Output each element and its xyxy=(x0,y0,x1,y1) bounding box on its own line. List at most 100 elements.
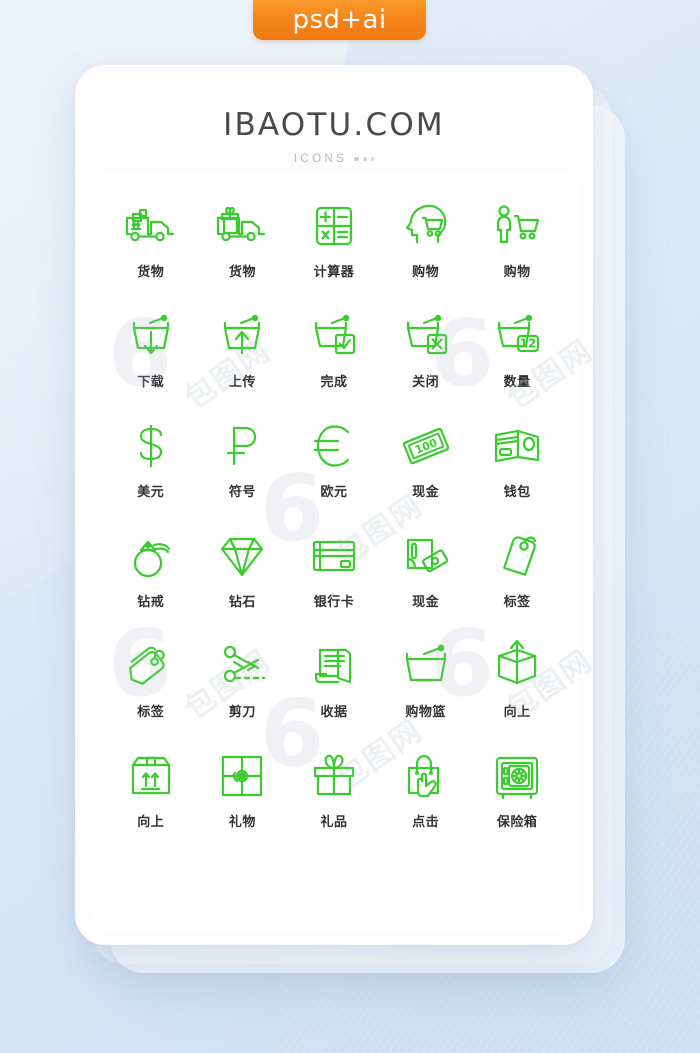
dots-icon xyxy=(354,156,375,162)
icon-cell-ruble-sign[interactable]: 符号 xyxy=(197,415,289,525)
icon-label: 美元 xyxy=(137,485,165,500)
icon-cell-diamond[interactable]: 钻石 xyxy=(197,525,289,635)
icon-label: 货物 xyxy=(137,265,165,280)
head-shopping-cart-icon xyxy=(395,195,457,257)
gift-box-icon xyxy=(303,745,365,807)
icon-cell-safe-box[interactable]: 保险箱 xyxy=(471,745,563,855)
icon-cell-package-this-side-up[interactable]: 向上 xyxy=(105,745,197,855)
icon-cell-shopping-bag-click[interactable]: 点击 xyxy=(380,745,472,855)
icon-label: 点击 xyxy=(412,815,440,830)
icon-label: 剪刀 xyxy=(228,705,256,720)
icon-cell-person-shopping-cart[interactable]: 购物 xyxy=(471,195,563,305)
icon-label: 收据 xyxy=(320,705,348,720)
icon-cell-hand-cash[interactable]: 现金 xyxy=(380,525,472,635)
icon-label: 购物 xyxy=(503,265,531,280)
box-arrow-up-icon xyxy=(486,635,548,697)
ruble-sign-icon xyxy=(211,415,273,477)
gift-box-top-icon xyxy=(211,745,273,807)
icon-label: 上传 xyxy=(228,375,256,390)
icon-label: 礼品 xyxy=(320,815,348,830)
icon-cell-wallet[interactable]: 钱包 xyxy=(471,415,563,525)
icon-cell-basket-check[interactable]: 完成 xyxy=(288,305,380,415)
icon-cell-basket-close[interactable]: 关闭 xyxy=(380,305,472,415)
icon-cell-shopping-basket[interactable]: 购物篮 xyxy=(380,635,472,745)
icon-cell-euro-sign[interactable]: 欧元 xyxy=(288,415,380,525)
icon-cell-delivery-truck-boxes[interactable]: 货物 xyxy=(105,195,197,305)
icon-cell-basket-quantity-12[interactable]: 12 数量 xyxy=(471,305,563,415)
icon-label: 购物篮 xyxy=(405,705,446,720)
icon-label: 计算器 xyxy=(313,265,355,280)
icon-cell-gift-box-top[interactable]: 礼物 xyxy=(197,745,289,855)
person-shopping-cart-icon xyxy=(486,195,548,257)
icon-label: 向上 xyxy=(137,815,165,830)
bank-card-icon xyxy=(303,525,365,587)
icon-cell-diamond-ring[interactable]: 钻戒 xyxy=(105,525,197,635)
receipt-icon xyxy=(303,635,365,697)
diamond-ring-icon xyxy=(120,525,182,587)
icon-label: 欧元 xyxy=(320,485,348,500)
icon-label: 数量 xyxy=(503,375,531,390)
hand-cash-icon xyxy=(395,525,457,587)
icon-cell-price-tags-double[interactable]: 标签 xyxy=(105,635,197,745)
icon-label: 保险箱 xyxy=(496,815,538,830)
icon-cell-calculator[interactable]: 计算器 xyxy=(288,195,380,305)
icon-cell-dollar-sign[interactable]: 美元 xyxy=(105,415,197,525)
icon-cell-delivery-truck-gift[interactable]: 货物 xyxy=(197,195,289,305)
icon-label: 现金 xyxy=(412,595,440,610)
basket-check-icon xyxy=(303,305,365,367)
dollar-sign-icon xyxy=(120,415,182,477)
icon-label: 完成 xyxy=(320,375,348,390)
icon-cell-head-shopping-cart[interactable]: 购物 xyxy=(380,195,472,305)
card-header: IBAOTU.COM ICONS xyxy=(75,65,593,165)
basket-upload-arrow-icon xyxy=(211,305,273,367)
svg-text:12: 12 xyxy=(520,337,537,351)
shopping-bag-click-icon xyxy=(395,745,457,807)
basket-download-arrow-icon xyxy=(120,305,182,367)
icon-cell-gift-box[interactable]: 礼品 xyxy=(288,745,380,855)
delivery-truck-boxes-icon xyxy=(120,195,182,257)
icon-label: 符号 xyxy=(228,485,256,500)
brand-title: IBAOTU.COM xyxy=(223,107,445,143)
subtitle-label: ICONS xyxy=(293,153,348,165)
icon-label: 银行卡 xyxy=(313,595,355,610)
icon-label: 钻戒 xyxy=(137,595,165,610)
price-tags-double-icon xyxy=(120,635,182,697)
icon-label: 货物 xyxy=(228,265,256,280)
shopping-basket-icon xyxy=(395,635,457,697)
icon-cell-basket-upload-arrow[interactable]: 上传 xyxy=(197,305,289,415)
wallet-icon xyxy=(486,415,548,477)
icon-cell-price-tag[interactable]: 标签 xyxy=(471,525,563,635)
format-badge-label: psd+ai xyxy=(292,5,387,35)
icon-showcase-card: IBAOTU.COM ICONS 货物 货物 计算器 购物 购物下载 上传 完成 关闭 12 数量… xyxy=(75,65,593,945)
icon-cell-bank-card[interactable]: 银行卡 xyxy=(288,525,380,635)
delivery-truck-gift-icon xyxy=(211,195,273,257)
calculator-icon xyxy=(303,195,365,257)
package-this-side-up-icon xyxy=(120,745,182,807)
banknote-100-icon: 100 xyxy=(395,415,457,477)
icon-cell-basket-download-arrow[interactable]: 下载 xyxy=(105,305,197,415)
basket-close-icon xyxy=(395,305,457,367)
scissors-cut-line-icon xyxy=(211,635,273,697)
icon-label: 标签 xyxy=(503,595,531,610)
icon-cell-receipt[interactable]: 收据 xyxy=(288,635,380,745)
icon-label: 礼物 xyxy=(228,815,256,830)
diamond-icon xyxy=(211,525,273,587)
icon-grid-panel: 货物 货物 计算器 购物 购物下载 上传 完成 关闭 12 数量美元 符号 欧元 100 现金 钱包钻戒 钻石… xyxy=(89,171,579,931)
icon-grid: 货物 货物 计算器 购物 购物下载 上传 完成 关闭 12 数量美元 符号 欧元 100 现金 钱包钻戒 钻石… xyxy=(89,171,579,855)
icon-label: 下载 xyxy=(137,375,165,390)
icon-cell-scissors-cut-line[interactable]: 剪刀 xyxy=(197,635,289,745)
icon-label: 钱包 xyxy=(503,485,531,500)
subtitle-row: ICONS xyxy=(75,153,593,165)
safe-box-icon xyxy=(486,745,548,807)
icon-cell-banknote-100[interactable]: 100 现金 xyxy=(380,415,472,525)
icon-label: 标签 xyxy=(137,705,165,720)
format-badge: psd+ai xyxy=(253,0,426,40)
icon-cell-box-arrow-up[interactable]: 向上 xyxy=(471,635,563,745)
price-tag-icon xyxy=(486,525,548,587)
icon-label: 购物 xyxy=(412,265,440,280)
icon-label: 向上 xyxy=(503,705,531,720)
basket-quantity-12-icon: 12 xyxy=(486,305,548,367)
icon-label: 现金 xyxy=(412,485,440,500)
icon-label: 关闭 xyxy=(412,375,440,390)
euro-sign-icon xyxy=(303,415,365,477)
